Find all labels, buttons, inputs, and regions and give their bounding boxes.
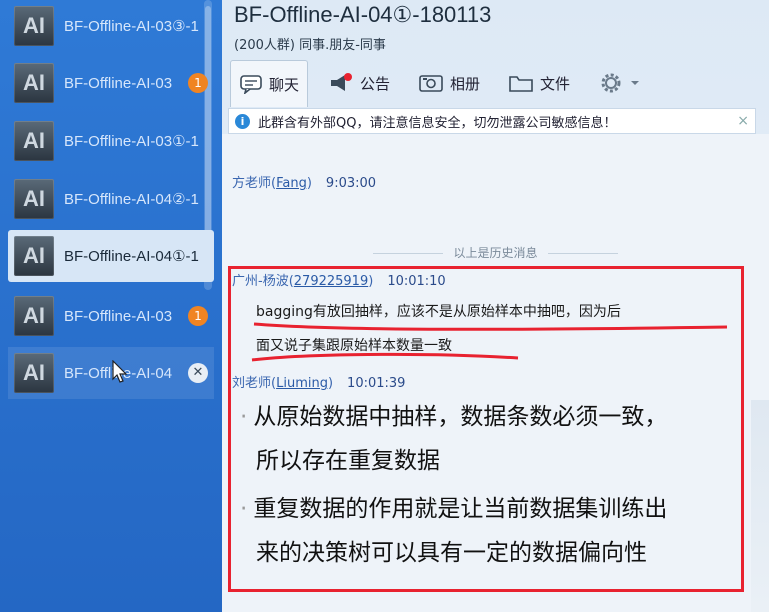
message-area: 方老师(Fang) 9:03:00 以上是历史消息 广州-杨波(279225919… xyxy=(222,134,769,612)
tab-files[interactable]: 文件 xyxy=(500,60,578,106)
chat-window: BF-Offline-AI-04①-180113 (200人群) 同事.朋友-同… xyxy=(222,0,769,612)
notice-close-icon[interactable]: × xyxy=(737,113,749,129)
unread-badge: 1 xyxy=(188,73,208,93)
chat-bubble-icon xyxy=(240,75,262,94)
group-avatar: AI xyxy=(14,6,54,46)
sidebar-item-group-4[interactable]: AI BF-Offline-AI-04②-1 xyxy=(8,173,214,225)
conversation-sidebar: AI BF-Offline-AI-03③-1 AI BF-Offline-AI-… xyxy=(0,0,222,612)
tab-announcement[interactable]: 公告 xyxy=(320,60,398,106)
mouse-pointer-icon xyxy=(112,360,128,383)
group-subtitle: (200人群) 同事.朋友-同事 xyxy=(234,38,386,53)
group-title: BF-Offline-AI-04①-180113 xyxy=(234,2,492,27)
group-avatar: AI xyxy=(14,63,54,103)
tab-album[interactable]: 相册 xyxy=(410,60,488,106)
sidebar-item-group-6[interactable]: AI BF-Offline-AI-03 1 xyxy=(8,290,214,342)
group-name: BF-Offline-AI-03③-1 xyxy=(64,18,199,35)
sidebar-item-group-2[interactable]: AI BF-Offline-AI-03 1 xyxy=(8,57,214,109)
close-conversation-icon[interactable]: ✕ xyxy=(188,363,208,383)
sidebar-item-group-7[interactable]: AI BF-Offline-AI-04 ✕ xyxy=(8,347,214,399)
security-notice-bar: i 此群含有外部QQ，请注意信息安全，切勿泄露公司敏感信息！ × xyxy=(228,108,756,134)
sidebar-item-group-1[interactable]: AI BF-Offline-AI-03③-1 xyxy=(8,0,214,52)
folder-icon xyxy=(509,76,533,92)
chat-tabs: 聊天 公告 相册 文件 xyxy=(230,60,666,107)
sidebar-item-group-5-active[interactable]: AI BF-Offline-AI-04①-1 xyxy=(8,230,214,282)
sidebar-item-group-3[interactable]: AI BF-Offline-AI-03①-1 xyxy=(8,115,214,167)
group-avatar: AI xyxy=(14,296,54,336)
photo-album-icon xyxy=(419,75,443,92)
tab-chat[interactable]: 聊天 xyxy=(230,60,309,107)
group-name: BF-Offline-AI-04②-1 xyxy=(64,191,199,208)
tab-files-label: 文件 xyxy=(540,74,571,93)
group-avatar: AI xyxy=(14,121,54,161)
unread-badge: 1 xyxy=(188,306,208,326)
info-icon: i xyxy=(235,113,250,129)
tab-settings[interactable] xyxy=(590,60,654,106)
group-avatar: AI xyxy=(14,353,54,393)
tab-album-label: 相册 xyxy=(450,74,481,93)
group-name: BF-Offline-AI-03①-1 xyxy=(64,133,199,150)
megaphone-icon xyxy=(331,73,353,91)
tab-chat-label: 聊天 xyxy=(269,75,300,94)
chevron-down-icon xyxy=(631,81,640,85)
annotation-underline-marks xyxy=(251,322,728,362)
chat-scrollbar[interactable] xyxy=(751,400,769,612)
tab-announcement-label: 公告 xyxy=(360,74,391,93)
gear-icon xyxy=(601,73,621,93)
security-notice-text: 此群含有外部QQ，请注意信息安全，切勿泄露公司敏感信息！ xyxy=(258,115,617,131)
group-name: BF-Offline-AI-04①-1 xyxy=(64,248,199,265)
group-avatar: AI xyxy=(14,179,54,219)
group-avatar: AI xyxy=(14,236,54,276)
